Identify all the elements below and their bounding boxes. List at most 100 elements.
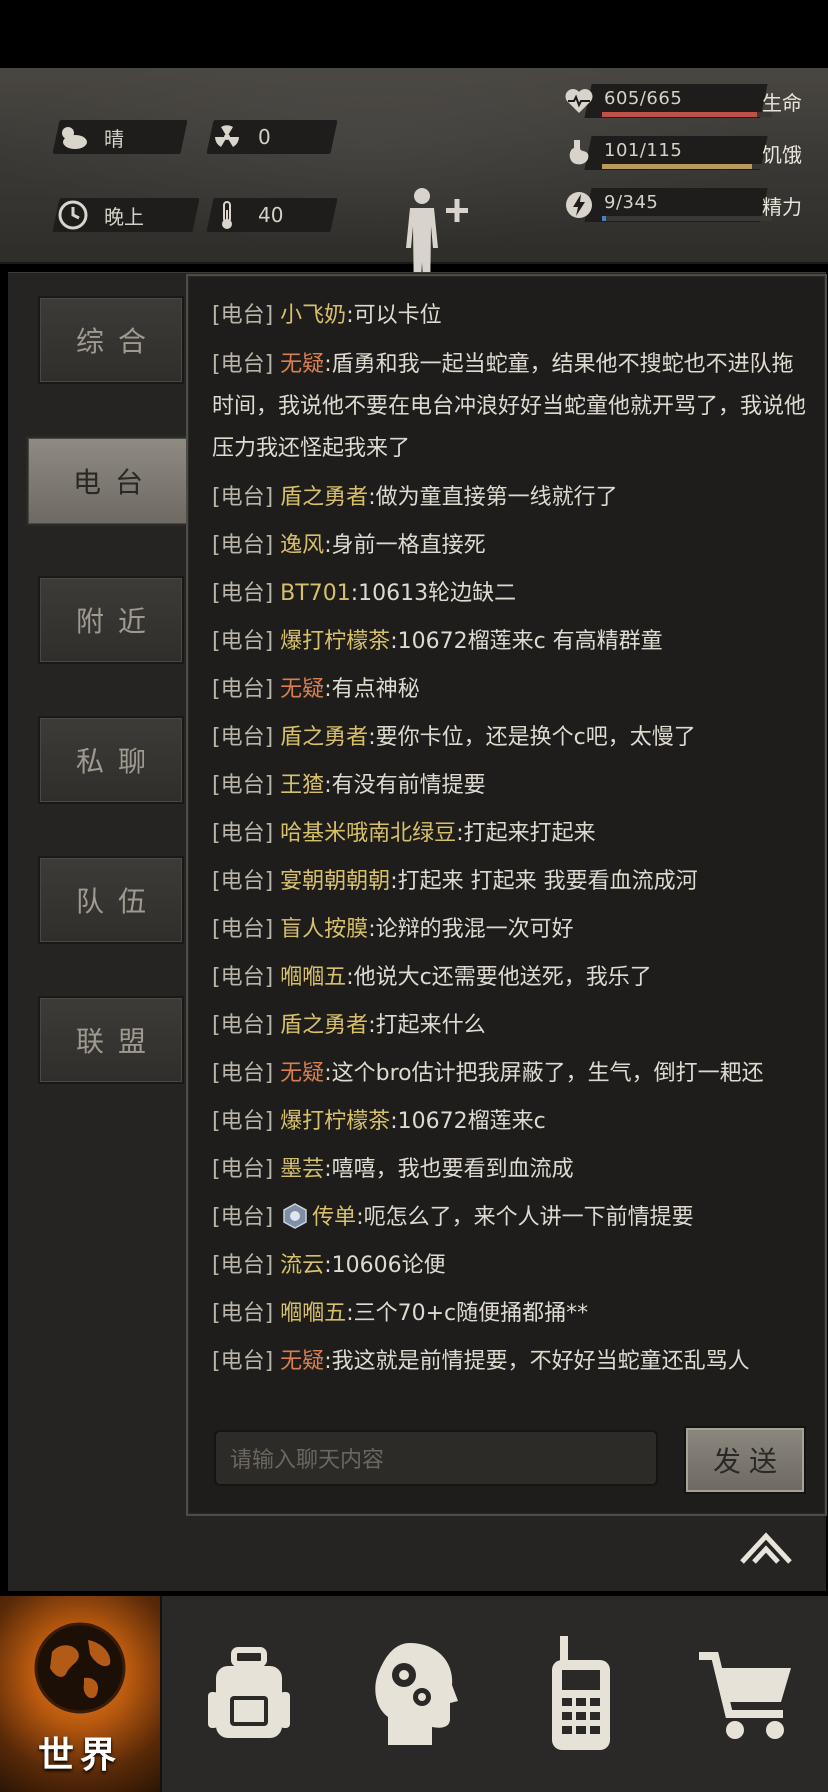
chat-message: [电台] 哈基米哦南北绿豆:打起来打起来 <box>212 810 812 858</box>
nav-radio[interactable] <box>498 1596 664 1792</box>
message-sender[interactable]: BT701 <box>280 581 351 606</box>
message-text: :10613轮边缺二 <box>350 581 517 606</box>
weather-sun-cloud-icon <box>56 120 90 154</box>
chat-message: [电台] 宴朝朝朝朝:打起来 打起来 我要看血流成河 <box>212 858 812 906</box>
chat-message: [电台] 嗰嗰五:他说大c还需要他送死，我乐了 <box>212 954 812 1002</box>
message-sender[interactable]: 无疑 <box>280 352 324 377</box>
clock-icon <box>56 198 90 232</box>
message-text: :三个70+c随便捅都捅** <box>346 1301 589 1326</box>
message-channel: [电台] <box>212 677 274 702</box>
message-sender[interactable]: 墨芸 <box>280 1157 324 1182</box>
nav-backpack[interactable] <box>166 1596 332 1792</box>
message-sender[interactable]: 流云 <box>280 1253 324 1278</box>
message-sender[interactable]: 嗰嗰五 <box>280 1301 346 1326</box>
tab-nearby[interactable]: 附近 <box>38 576 184 664</box>
message-text: :这个bro估计把我屏蔽了，生气，倒打一耙还 <box>324 1061 764 1086</box>
message-text: :打起来打起来 <box>456 821 596 846</box>
time-status: 晚上 <box>52 198 200 232</box>
chat-message: [电台] 无疑:有点神秘 <box>212 666 812 714</box>
shopping-cart-icon <box>699 1652 791 1739</box>
chat-message: [电台] 爆打柠檬茶:10672榴莲来c <box>212 1098 812 1146</box>
message-sender[interactable]: 宴朝朝朝朝 <box>280 869 390 894</box>
heart-icon <box>560 82 598 120</box>
message-sender[interactable]: 传单 <box>312 1205 356 1230</box>
nav-shop[interactable] <box>664 1596 828 1792</box>
message-text: :打起来 打起来 我要看血流成河 <box>390 869 698 894</box>
message-text: :他说大c还需要他送死，我乐了 <box>346 965 652 990</box>
message-sender[interactable]: 无疑 <box>280 1061 324 1086</box>
nav-skills[interactable] <box>332 1596 498 1792</box>
collapse-button[interactable] <box>738 1528 794 1568</box>
chat-message: [电台] BT701:10613轮边缺二 <box>212 570 812 618</box>
chat-message: [电台] 王猹:有没有前情提要 <box>212 762 812 810</box>
message-text: :可以卡位 <box>346 303 442 328</box>
message-sender[interactable]: 王猹 <box>280 773 324 798</box>
tab-alliance[interactable]: 联盟 <box>38 996 184 1084</box>
chat-message: [电台] 盾之勇者:做为童直接第一线就行了 <box>212 474 812 522</box>
tab-team[interactable]: 队伍 <box>38 856 184 944</box>
message-channel: [电台] <box>212 965 274 990</box>
message-text: :10672榴莲来c 有高精群童 <box>390 629 663 654</box>
message-channel: [电台] <box>212 303 274 328</box>
message-sender[interactable]: 哈基米哦南北绿豆 <box>280 821 456 846</box>
walkie-talkie-icon <box>552 1636 610 1750</box>
message-sender[interactable]: 逸风 <box>280 533 324 558</box>
message-sender[interactable]: 盲人按膜 <box>280 917 368 942</box>
hunger-bar <box>602 164 772 169</box>
message-channel: [电台] <box>212 533 274 558</box>
energy-bolt-icon <box>560 186 598 224</box>
chat-message: [电台] 盲人按膜:论辩的我混一次可好 <box>212 906 812 954</box>
message-sender[interactable]: 爆打柠檬茶 <box>280 629 390 654</box>
hunger-value: 101/115 <box>604 140 683 161</box>
chat-message: [电台] 小飞奶:可以卡位 <box>212 292 812 340</box>
nav-world[interactable]: 世界 <box>0 1596 162 1792</box>
message-text: :我这就是前情提要，不好好当蛇童还乱骂人 <box>324 1349 750 1374</box>
send-button[interactable]: 发送 <box>684 1426 806 1494</box>
tab-general[interactable]: 综合 <box>38 296 184 384</box>
chat-input[interactable]: 请输入聊天内容 <box>214 1430 658 1486</box>
message-list[interactable]: [电台] 小飞奶:可以卡位 [电台] 无疑:盾勇和我一起当蛇童，结果他不搜蛇也不进… <box>212 292 812 1386</box>
message-sender[interactable]: 小飞奶 <box>280 303 346 328</box>
message-sender[interactable]: 盾之勇者 <box>280 1013 368 1038</box>
health-value: 605/665 <box>604 88 683 109</box>
temperature-status: 40 <box>206 198 338 232</box>
chat-message: [电台] 嗰嗰五:三个70+c随便捅都捅** <box>212 1290 812 1338</box>
health-bar <box>602 112 772 117</box>
message-channel: [电台] <box>212 1061 274 1086</box>
energy-vital: 9/345 精力 <box>560 182 808 228</box>
message-sender[interactable]: 盾之勇者 <box>280 725 368 750</box>
message-text: :10606论便 <box>324 1253 446 1278</box>
message-channel: [电台] <box>212 1157 274 1182</box>
message-channel: [电台] <box>212 1301 274 1326</box>
rank-badge-icon <box>283 1203 307 1229</box>
message-sender[interactable]: 无疑 <box>280 677 324 702</box>
tab-radio[interactable]: 电台 <box>26 436 190 526</box>
stomach-icon <box>560 134 598 172</box>
weather-status: 晴 <box>52 120 188 154</box>
energy-label: 精力 <box>762 195 802 219</box>
message-text: :要你卡位，还是换个c吧，太慢了 <box>368 725 696 750</box>
message-sender[interactable]: 爆打柠檬茶 <box>280 1109 390 1134</box>
weather-value: 晴 <box>104 126 124 151</box>
message-channel: [电台] <box>212 917 274 942</box>
chat-message: [电台] 盾之勇者:打起来什么 <box>212 1002 812 1050</box>
message-text: :有点神秘 <box>324 677 420 702</box>
globe-icon <box>34 1622 126 1714</box>
message-channel: [电台] <box>212 1109 274 1134</box>
energy-value: 9/345 <box>604 192 659 213</box>
message-channel: [电台] <box>212 773 274 798</box>
chevron-up-icon <box>740 1532 792 1564</box>
message-channel: [电台] <box>212 485 274 510</box>
chat-message: [电台] 流云:10606论便 <box>212 1242 812 1290</box>
message-text: :嘻嘻，我也要看到血流成 <box>324 1157 574 1182</box>
tab-private[interactable]: 私聊 <box>38 716 184 804</box>
message-sender[interactable]: 盾之勇者 <box>280 485 368 510</box>
temperature-value: 40 <box>258 203 284 227</box>
message-sender[interactable]: 嗰嗰五 <box>280 965 346 990</box>
message-sender[interactable]: 无疑 <box>280 1349 324 1374</box>
radiation-status: 0 <box>206 120 338 154</box>
chat-message: [电台] 盾之勇者:要你卡位，还是换个c吧，太慢了 <box>212 714 812 762</box>
chat-message: [电台] 逸风:身前一格直接死 <box>212 522 812 570</box>
message-text: :打起来什么 <box>368 1013 486 1038</box>
chat-message: [电台] 墨芸:嘻嘻，我也要看到血流成 <box>212 1146 812 1194</box>
